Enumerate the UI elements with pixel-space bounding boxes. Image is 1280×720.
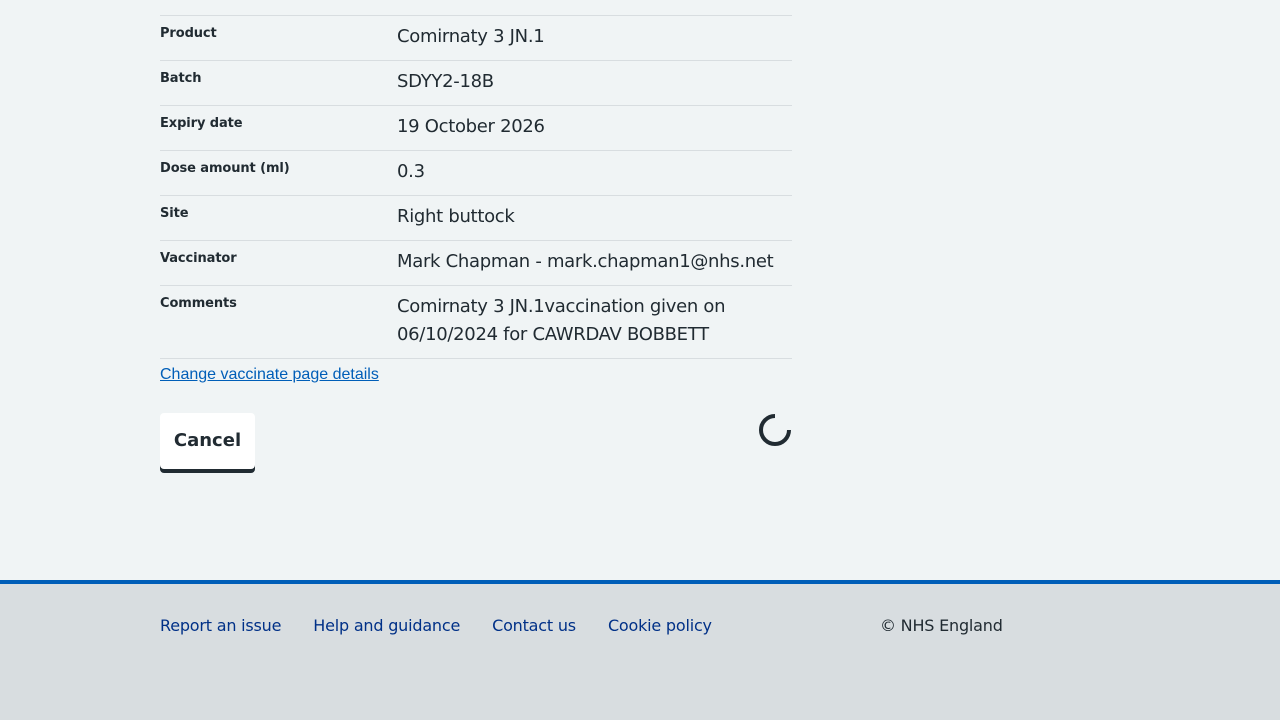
summary-row-dose-amount: Dose amount (ml) 0.3 — [160, 150, 792, 195]
summary-key: Batch — [160, 71, 202, 86]
cancel-button[interactable]: Cancel — [160, 413, 255, 469]
summary-row-product: Product Comirnaty 3 JN.1 — [160, 15, 792, 60]
summary-value: Right buttock — [397, 206, 515, 227]
form-actions: Cancel — [160, 413, 792, 473]
summary-key: Comments — [160, 296, 237, 311]
footer-link-help-guidance[interactable]: Help and guidance — [313, 616, 460, 636]
summary-value: 0.3 — [397, 161, 425, 182]
footer-link-cookie-policy[interactable]: Cookie policy — [608, 616, 712, 636]
summary-value: Comirnaty 3 JN.1 — [397, 26, 545, 47]
summary-row-vaccinator: Vaccinator Mark Chapman - mark.chapman1@… — [160, 240, 792, 285]
summary-value: SDYY2-18B — [397, 71, 494, 92]
summary-value: Mark Chapman - mark.chapman1@nhs.net — [397, 251, 774, 272]
summary-key: Expiry date — [160, 116, 243, 131]
summary-key: Vaccinator — [160, 251, 237, 266]
footer-link-report-issue[interactable]: Report an issue — [160, 616, 281, 636]
summary-key: Site — [160, 206, 189, 221]
summary-value: Comirnaty 3 JN.1vaccination given on 06/… — [397, 296, 726, 345]
site-footer: Report an issue Help and guidance Contac… — [0, 580, 1280, 720]
summary-row-batch: Batch SDYY2-18B — [160, 60, 792, 105]
summary-row-expiry-date: Expiry date 19 October 2026 — [160, 105, 792, 150]
summary-row-site: Site Right buttock — [160, 195, 792, 240]
summary-key: Product — [160, 26, 217, 41]
footer-link-contact-us[interactable]: Contact us — [492, 616, 576, 636]
summary-row-comments: Comments Comirnaty 3 JN.1vaccination giv… — [160, 285, 792, 358]
footer-copyright: © NHS England — [880, 616, 1003, 635]
footer-links: Report an issue Help and guidance Contac… — [160, 616, 712, 636]
summary-value: 19 October 2026 — [397, 116, 545, 137]
loading-spinner-icon — [759, 414, 791, 446]
summary-key: Dose amount (ml) — [160, 161, 290, 176]
summary-divider — [160, 358, 792, 359]
change-vaccinate-details-link[interactable]: Change vaccinate page details — [160, 365, 379, 385]
vaccination-summary: Product Comirnaty 3 JN.1 Batch SDYY2-18B… — [160, 15, 792, 473]
